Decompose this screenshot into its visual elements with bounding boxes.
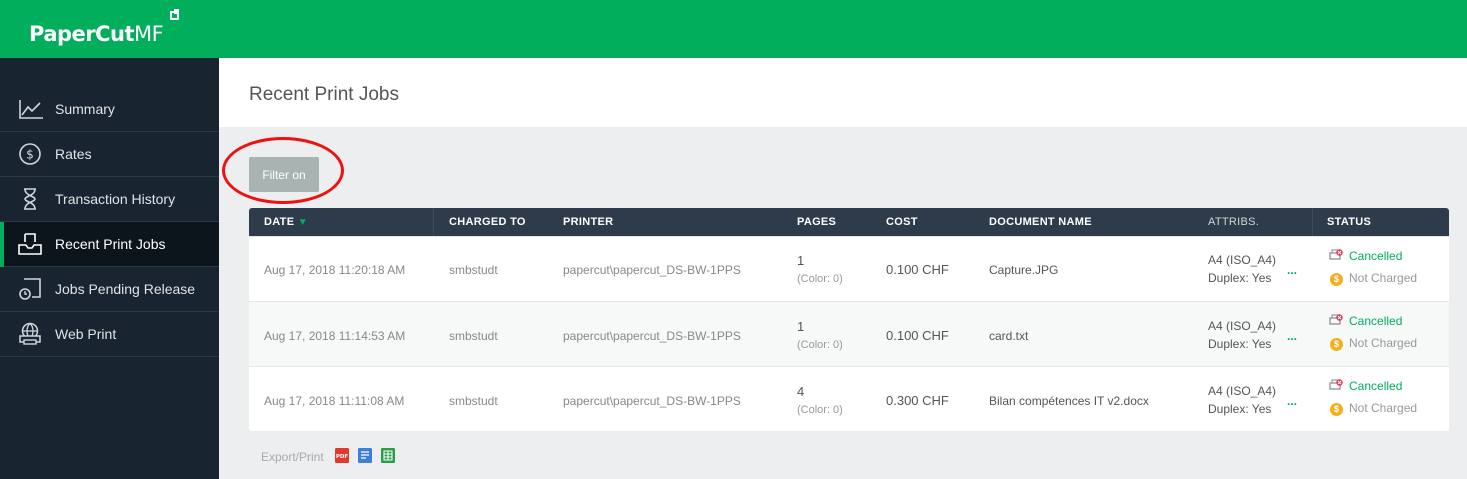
coin-icon: $ [1330, 271, 1343, 286]
coin-symbol: $ [1330, 273, 1343, 286]
cell-cost: 0.300 CHF [886, 393, 949, 408]
sidebar-nav: Summary $ Rates Transaction History Rece… [0, 87, 219, 357]
cell-attr-duplex: Duplex: Yes [1208, 271, 1272, 285]
more-attributes-link[interactable]: ... [1287, 263, 1297, 277]
pending-document-icon [19, 278, 41, 300]
logo-main-text: PaperCut [29, 22, 135, 46]
cell-attr-duplex: Duplex: Yes [1208, 402, 1272, 416]
cell-charged-to: smbstudt [449, 329, 498, 343]
sidebar-item-label: Jobs Pending Release [55, 281, 196, 297]
cell-printer: papercut\papercut_DS-BW-1PPS [563, 394, 741, 408]
export-print-label: Export/Print [261, 450, 324, 464]
cell-document-name: card.txt [989, 329, 1029, 343]
sidebar-item-web-print[interactable]: Web Print [0, 312, 219, 357]
column-header-status: STATUS [1327, 216, 1372, 228]
cell-document-name: Bilan compétences IT v2.docx [989, 394, 1149, 408]
globe-printer-icon [19, 322, 41, 345]
sidebar-item-summary[interactable]: Summary [0, 87, 219, 132]
column-header-pages[interactable]: PAGES [797, 216, 836, 228]
coin-icon: $ [1330, 401, 1343, 416]
pdf-label: PDF [336, 454, 349, 460]
table-row: Aug 17, 2018 11:20:18 AM smbstudt paperc… [249, 236, 1449, 301]
more-attributes-link[interactable]: ... [1287, 394, 1297, 408]
sidebar-item-label: Recent Print Jobs [55, 236, 166, 252]
printer-cancelled-icon [1329, 249, 1343, 260]
cell-date: Aug 17, 2018 11:14:53 AM [264, 329, 406, 343]
cell-attr-size: A4 (ISO_A4) [1208, 384, 1277, 398]
cell-attr-size: A4 (ISO_A4) [1208, 253, 1277, 267]
page-header: Recent Print Jobs [219, 58, 1467, 127]
printer-cancelled-icon [1329, 379, 1343, 390]
cell-document-name: Capture.JPG [989, 263, 1059, 277]
table-header: DATE ▼ CHARGED TO PRINTER PAGES COST DOC… [249, 208, 1449, 236]
more-attributes-link[interactable]: ... [1287, 329, 1297, 343]
cell-pages: 1 [797, 319, 805, 334]
spreadsheet-export-icon[interactable] [381, 448, 395, 463]
column-header-cost[interactable]: COST [886, 216, 918, 228]
print-jobs-table: DATE ▼ CHARGED TO PRINTER PAGES COST DOC… [249, 208, 1449, 431]
status-cancelled: Cancelled [1349, 249, 1403, 263]
cell-attr-duplex: Duplex: Yes [1208, 337, 1272, 351]
cell-date: Aug 17, 2018 11:20:18 AM [264, 263, 406, 277]
cell-printer: papercut\papercut_DS-BW-1PPS [563, 329, 741, 343]
status-cancelled: Cancelled [1349, 314, 1403, 328]
cell-cost: 0.100 CHF [886, 328, 949, 343]
table-row: Aug 17, 2018 11:14:53 AM smbstudt paperc… [249, 301, 1449, 366]
column-header-printer[interactable]: PRINTER [563, 216, 613, 228]
column-header-attribs: ATTRIBS. [1208, 216, 1260, 228]
top-bar: PaperCutMF [0, 0, 1467, 58]
sort-descending-icon: ▼ [297, 217, 308, 228]
status-not-charged: Not Charged [1349, 401, 1418, 415]
sidebar-item-label: Rates [55, 146, 92, 162]
cell-pages-color: (Color: 0) [797, 404, 843, 416]
cell-pages: 4 [797, 384, 805, 399]
sidebar-item-jobs-pending-release[interactable]: Jobs Pending Release [0, 267, 219, 312]
status-not-charged: Not Charged [1349, 271, 1418, 285]
cell-date: Aug 17, 2018 11:11:08 AM [264, 394, 405, 408]
cell-cost: 0.100 CHF [886, 262, 949, 277]
chart-line-icon [19, 100, 43, 119]
column-header-charged-to[interactable]: CHARGED TO [449, 216, 526, 228]
sidebar-item-transaction-history[interactable]: Transaction History [0, 177, 219, 222]
status-not-charged: Not Charged [1349, 336, 1418, 350]
sidebar-item-label: Summary [55, 101, 115, 117]
cell-charged-to: smbstudt [449, 394, 498, 408]
cell-printer: papercut\papercut_DS-BW-1PPS [563, 263, 741, 277]
papercut-logo[interactable]: PaperCutMF [29, 22, 164, 46]
red-circle-annotation [222, 137, 344, 204]
cell-pages-color: (Color: 0) [797, 273, 843, 285]
sidebar-item-label: Transaction History [55, 191, 176, 207]
page-title: Recent Print Jobs [249, 84, 399, 105]
cell-pages-color: (Color: 0) [797, 339, 843, 351]
cell-charged-to: smbstudt [449, 263, 498, 277]
column-divider [433, 208, 434, 236]
table-row: Aug 17, 2018 11:11:08 AM smbstudt paperc… [249, 366, 1449, 431]
hourglass-icon [24, 188, 36, 210]
sidebar-item-label: Web Print [55, 326, 117, 342]
pdf-export-icon[interactable]: PDF [335, 448, 349, 463]
logo-suffix-text: MF [134, 22, 164, 46]
cell-pages: 1 [797, 253, 805, 268]
status-cancelled: Cancelled [1349, 379, 1403, 393]
sidebar: Summary $ Rates Transaction History Rece… [0, 58, 219, 479]
column-header-date[interactable]: DATE ▼ [264, 216, 308, 228]
sidebar-item-rates[interactable]: $ Rates [0, 132, 219, 177]
coin-symbol: $ [1330, 403, 1343, 416]
sidebar-item-recent-print-jobs[interactable]: Recent Print Jobs [0, 222, 219, 267]
printer-cancelled-icon [1329, 314, 1343, 325]
column-header-document-name[interactable]: DOCUMENT NAME [989, 216, 1092, 228]
html-export-icon[interactable] [358, 448, 372, 463]
column-header-label: DATE [264, 216, 295, 228]
print-tray-icon [18, 233, 42, 255]
column-divider [1312, 208, 1313, 236]
coin-icon: $ [1330, 336, 1343, 351]
logo-mark-icon [170, 9, 179, 20]
dollar-circle-icon: $ [19, 143, 41, 165]
svg-text:$: $ [26, 148, 34, 162]
cell-attr-size: A4 (ISO_A4) [1208, 319, 1277, 333]
coin-symbol: $ [1330, 338, 1343, 351]
